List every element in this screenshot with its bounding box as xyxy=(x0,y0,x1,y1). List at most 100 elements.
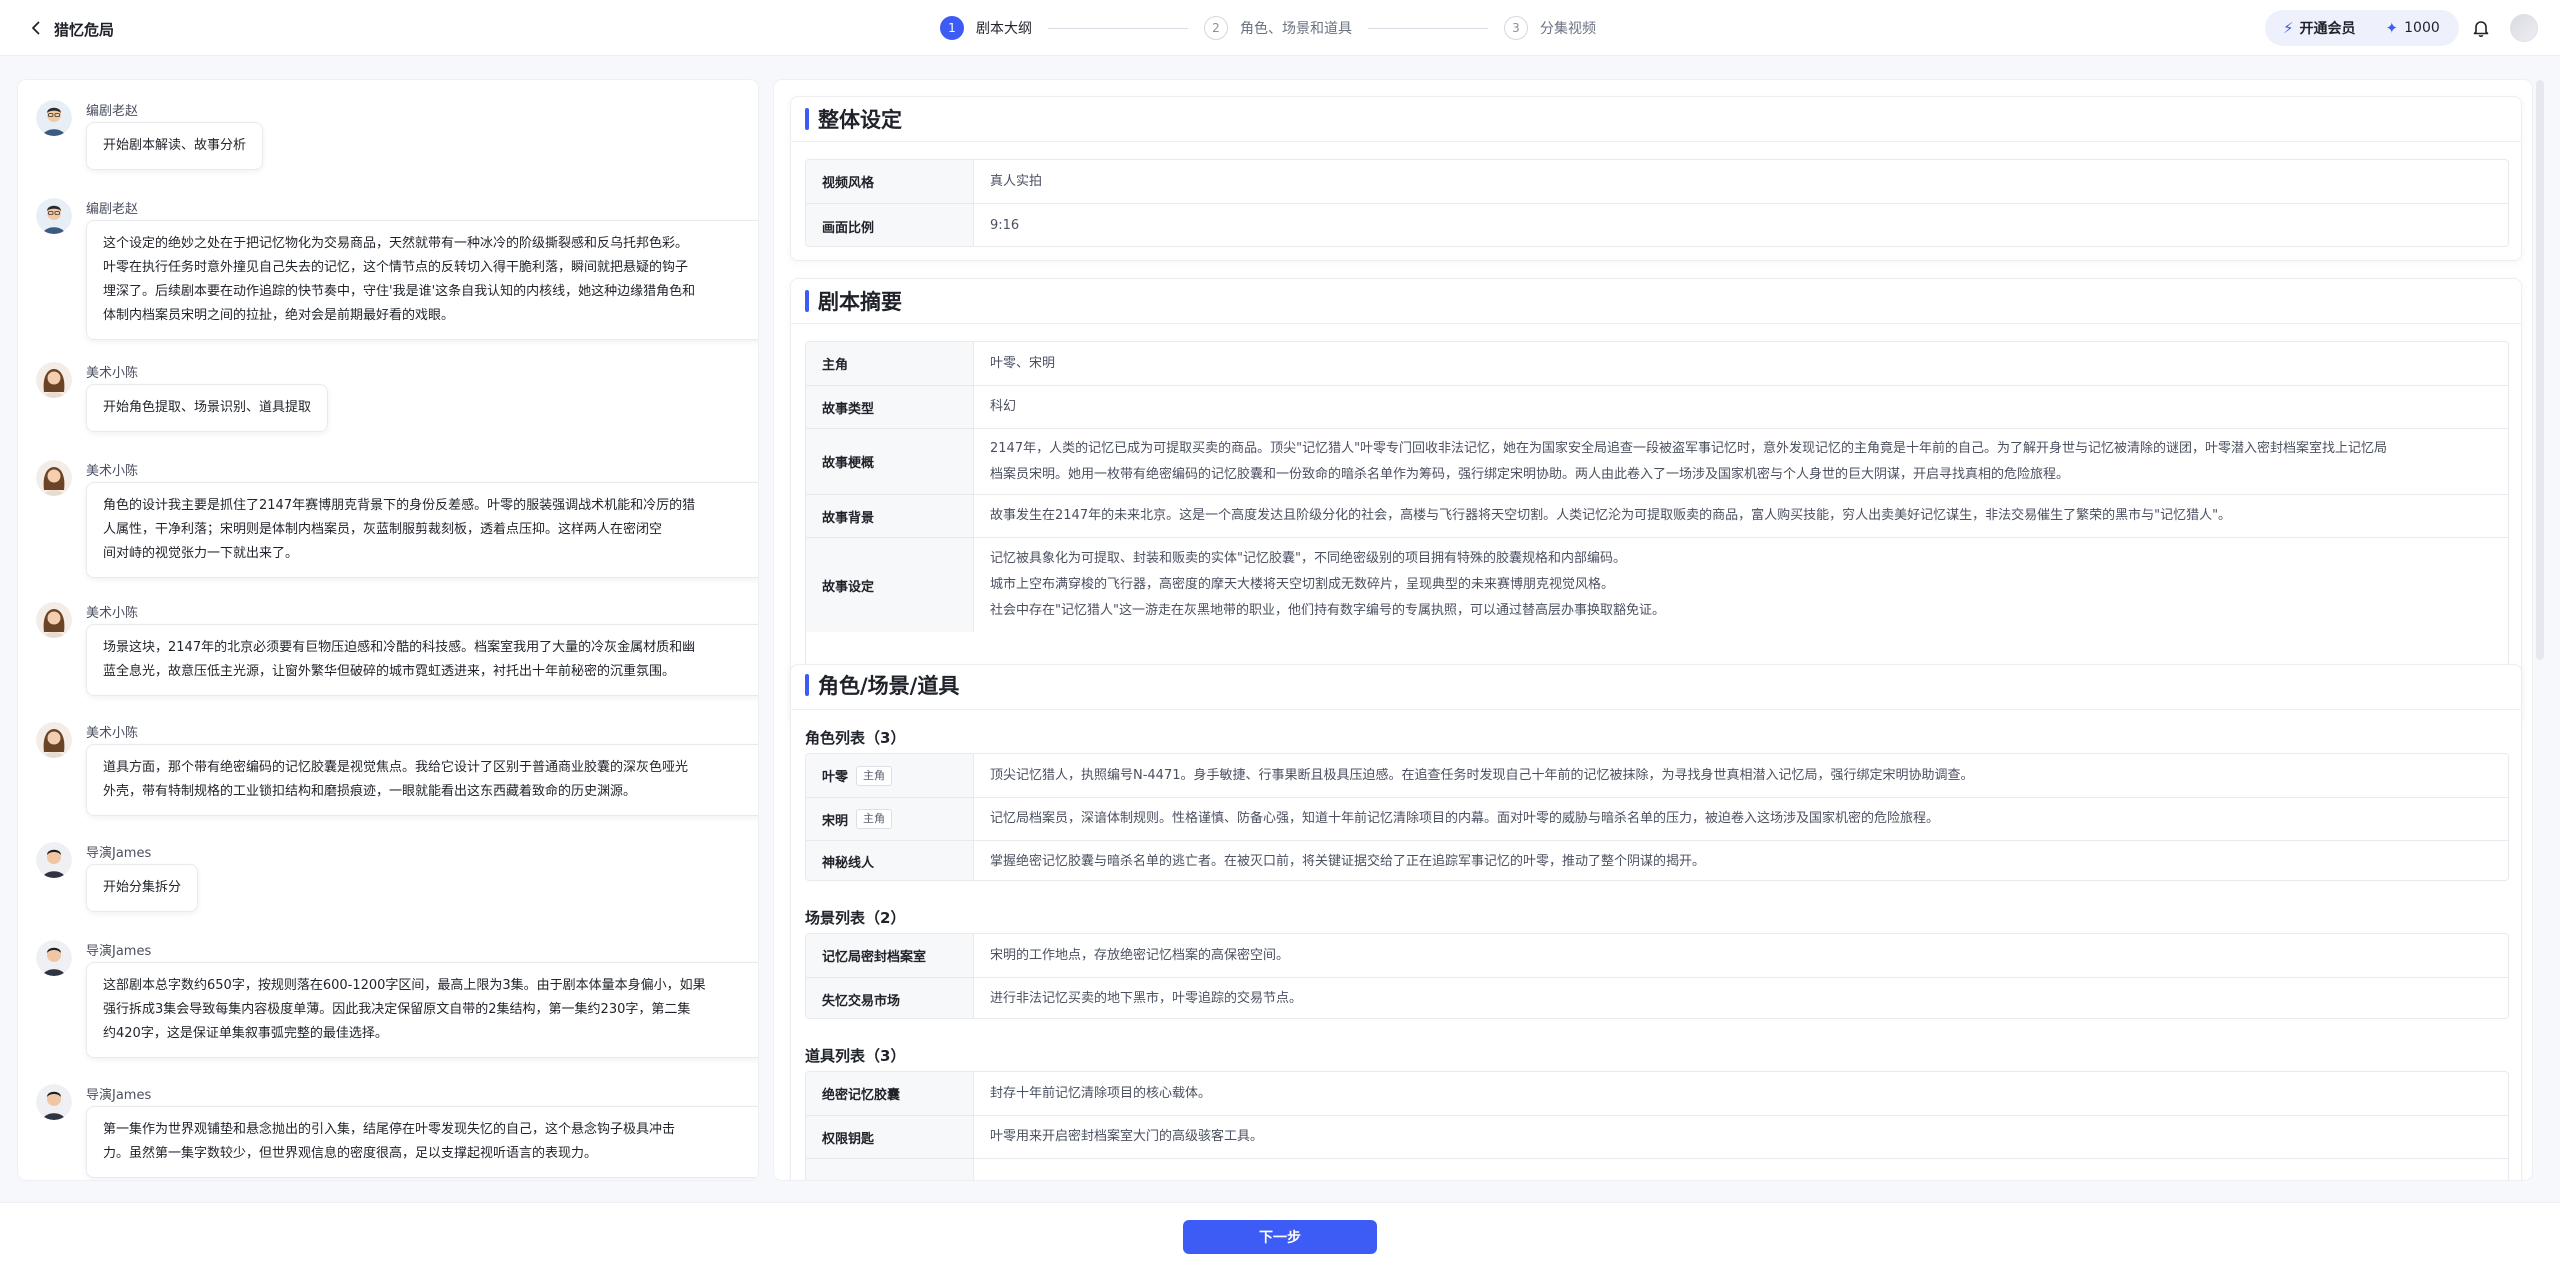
message-bubble: 道具方面，那个带有绝密编码的记忆胶囊是视觉焦点。我给它设计了区别于普通商业胶囊的… xyxy=(86,744,758,816)
character-row[interactable]: 神秘线人 掌握绝密记忆胶囊与暗杀名单的逃亡者。在被灭口前，将关键证据交给了正在追… xyxy=(806,840,2508,880)
row-key: 画面比例 xyxy=(806,204,974,246)
message-line: 埋深了。后续剧本要在动作追踪的快节奏中，守住'我是谁'这条自我认知的内核线，她这… xyxy=(103,284,696,299)
title-accent-bar xyxy=(805,108,809,130)
message-line: 体制内档案员宋明之间的拉扯，绝对会是前期最好看的戏眼。 xyxy=(103,308,455,323)
characters-heading: 角色列表（3） xyxy=(805,729,906,747)
prop-name xyxy=(806,1159,974,1180)
step-episodes[interactable]: 3 分集视频 xyxy=(1504,16,1596,40)
prop-desc: 封存十年前记忆清除项目的核心载体。 xyxy=(990,1085,1212,1101)
message-line: 这部剧本总字数约650字，按规则落在600-1200字区间，最高上限为3集。由于… xyxy=(103,978,706,993)
writer-avatar xyxy=(36,100,72,136)
table-row: 视频风格 真人实拍 xyxy=(806,160,2508,203)
message-bubble: 这部剧本总字数约650字，按规则落在600-1200字区间，最高上限为3集。由于… xyxy=(86,962,758,1058)
artist-avatar xyxy=(36,602,72,638)
sender-name: 美术小陈 xyxy=(86,726,139,741)
divider xyxy=(791,323,2521,324)
message-bubble: 这个设定的绝妙之处在于把记忆物化为交易商品，天然就带有一种冰冷的阶级撕裂感和反乌… xyxy=(86,220,758,340)
character-desc: 掌握绝密记忆胶囊与暗杀名单的逃亡者。在被灭口前，将关键证据交给了正在追踪军事记忆… xyxy=(990,853,1706,869)
message-bubble: 开始分集拆分 xyxy=(86,864,199,912)
step-number: 1 xyxy=(940,16,964,40)
message-line: 外壳，带有特制规格的工业锁扣结构和磨损痕迹，一眼就能看出这东西藏着致命的历史渊源… xyxy=(103,784,637,799)
row-value: 记忆被具象化为可提取、封装和贩卖的实体"记忆胶囊"，不同绝密级别的项目拥有特殊的… xyxy=(990,538,2490,632)
name-text: 叶零 xyxy=(822,770,849,785)
table-row: 画面比例 9:16 xyxy=(806,203,2508,246)
lightning-icon: ⚡ xyxy=(2283,19,2294,37)
table-row: 故事类型 科幻 xyxy=(806,385,2508,428)
row-key: 故事梗概 xyxy=(806,429,974,494)
message-line: 约420字，这是保证单集叙事弧完整的最佳选择。 xyxy=(103,1026,388,1041)
sender-name: 美术小陈 xyxy=(86,366,139,381)
step-label: 剧本大纲 xyxy=(976,21,1032,37)
back-button[interactable] xyxy=(26,18,46,38)
next-step-button[interactable]: 下一步 xyxy=(1183,1220,1377,1254)
message-line: 叶零在执行任务时意外撞见自己失去的记忆，这个情节点的反转切入得干脆利落，瞬间就把… xyxy=(103,260,689,275)
user-avatar[interactable] xyxy=(2510,14,2538,42)
bell-icon xyxy=(2473,21,2489,38)
lead-tag: 主角 xyxy=(856,809,893,829)
sender-name: 导演James xyxy=(86,944,152,959)
character-row[interactable]: 叶零 主角 顶尖记忆猎人，执照编号N-4471。身手敏捷、行事果断且极具压迫感。在… xyxy=(806,754,2508,797)
table-row: 故事梗概 2147年，人类的记忆已成为可提取买卖的商品。顶尖"记忆猎人"叶零专门… xyxy=(806,428,2508,494)
message-bubble: 第一集作为世界观铺垫和悬念抛出的引入集，结尾停在叶零发现失忆的自己，这个悬念钩子… xyxy=(86,1106,758,1178)
value-line: 2147年，人类的记忆已成为可提取买卖的商品。顶尖"记忆猎人"叶零专门回收非法记… xyxy=(990,440,2388,456)
character-name: 叶零 主角 xyxy=(806,754,974,797)
character-desc: 顶尖记忆猎人，执照编号N-4471。身手敏捷、行事果断且极具压迫感。在追查任务时… xyxy=(990,767,1974,783)
section-title: 剧本摘要 xyxy=(805,287,902,315)
outline-panel[interactable]: 整体设定 视频风格 真人实拍 画面比例 9:16 剧本摘要 主角 叶零、宋明 故… xyxy=(774,80,2532,1180)
row-key: 故事设定 xyxy=(806,538,974,632)
step-label: 分集视频 xyxy=(1540,21,1596,37)
message-line: 人属性，干净利落；宋明则是体制内档案员，灰蓝制服剪裁刻板，透着点压抑。这样两人在… xyxy=(103,522,663,537)
scene-name: 失忆交易市场 xyxy=(806,978,974,1018)
name-text: 宋明 xyxy=(822,813,849,829)
step-outline[interactable]: 1 剧本大纲 xyxy=(940,16,1032,40)
artist-avatar xyxy=(36,460,72,496)
step-assets[interactable]: 2 角色、场景和道具 xyxy=(1204,16,1352,40)
title-accent-bar xyxy=(805,674,809,696)
scene-row[interactable]: 失忆交易市场 进行非法记忆买卖的地下黑市，叶零追踪的交易节点。 xyxy=(806,977,2508,1018)
step-number: 2 xyxy=(1204,16,1228,40)
project-title: 猎忆危局 xyxy=(54,21,115,39)
notifications-button[interactable] xyxy=(2471,18,2491,38)
scene-desc: 进行非法记忆买卖的地下黑市，叶零追踪的交易节点。 xyxy=(990,991,1303,1006)
message-line: 第一集作为世界观铺垫和悬念抛出的引入集，结尾停在叶零发现失忆的自己，这个悬念钩子… xyxy=(103,1122,676,1137)
artist-avatar xyxy=(36,362,72,398)
director-avatar xyxy=(36,842,72,878)
credits-display[interactable]: ✦ 1000 xyxy=(2386,19,2440,37)
step-connector xyxy=(1368,27,1488,29)
prop-row[interactable] xyxy=(806,1158,2508,1180)
section-title-text: 剧本摘要 xyxy=(818,290,902,314)
row-value: 科幻 xyxy=(990,399,1017,414)
writer-avatar xyxy=(36,198,72,234)
message-line: 场景这块，2147年的北京必须要有巨物压迫感和冷酷的科技感。档案室我用了大量的冷… xyxy=(103,640,696,655)
scrollbar-thumb[interactable] xyxy=(2536,80,2544,660)
section-title-text: 整体设定 xyxy=(818,108,902,132)
section-title-text: 角色/场景/道具 xyxy=(818,674,960,698)
value-line: 档案员宋明。她用一枚带有绝密编码的记忆胶囊和一份致命的暗杀名单作为筹码，强行绑定… xyxy=(990,466,2070,482)
message-line: 强行拆成3集会导致每集内容极度单薄。因此我决定保留原文自带的2集结构，第一集约2… xyxy=(103,1002,691,1017)
prop-row[interactable]: 绝密记忆胶囊 封存十年前记忆清除项目的核心载体。 xyxy=(806,1072,2508,1115)
row-value: 真人实拍 xyxy=(990,173,1043,189)
characters-table: 叶零 主角 顶尖记忆猎人，执照编号N-4471。身手敏捷、行事果断且极具压迫感。在… xyxy=(805,753,2509,881)
panel-scrollbar[interactable] xyxy=(2536,80,2544,1180)
prop-row[interactable]: 权限钥匙 叶零用来开启密封档案室大门的高级骇客工具。 xyxy=(806,1115,2508,1158)
character-row[interactable]: 宋明 主角 记忆局档案员，深谙体制规则。性格谨慎、防备心强，知道十年前记忆清除项目… xyxy=(806,797,2508,840)
vip-button[interactable]: ⚡ 开通会员 xyxy=(2265,18,2356,38)
scene-row[interactable]: 记忆局密封档案室 宋明的工作地点，存放绝密记忆档案的高保密空间。 xyxy=(806,934,2508,977)
message-bubble: 场景这块，2147年的北京必须要有巨物压迫感和冷酷的科技感。档案室我用了大量的冷… xyxy=(86,624,758,696)
character-name: 宋明 主角 xyxy=(806,798,974,840)
overall-settings-card: 整体设定 视频风格 真人实拍 画面比例 9:16 xyxy=(790,96,2522,261)
row-value: 叶零、宋明 xyxy=(990,355,1056,371)
message-line: 这个设定的绝妙之处在于把记忆物化为交易商品，天然就带有一种冰冷的阶级撕裂感和反乌… xyxy=(103,236,689,251)
table-row: 故事背景 故事发生在2147年的未来北京。这是一个高度发达且阶级分化的社会，高楼… xyxy=(806,494,2508,537)
divider xyxy=(791,709,2521,710)
vip-label: 开通会员 xyxy=(2299,21,2356,37)
assets-card: 角色/场景/道具 角色列表（3） 叶零 主角 顶尖记忆猎人，执照编号N-4471。… xyxy=(790,664,2522,1180)
section-title: 整体设定 xyxy=(805,105,902,133)
table-row: 主角 叶零、宋明 xyxy=(806,342,2508,385)
sender-name: 美术小陈 xyxy=(86,606,139,621)
prop-name: 权限钥匙 xyxy=(806,1116,974,1158)
message-line: 道具方面，那个带有绝密编码的记忆胶囊是视觉焦点。我给它设计了区别于普通商业胶囊的… xyxy=(103,760,689,775)
sender-name: 美术小陈 xyxy=(86,464,139,479)
chat-panel[interactable]: 编剧老赵 开始剧本解读、故事分析 编剧老赵 这个设定的绝妙之处在于把记忆物化为交… xyxy=(18,80,758,1180)
credits-value: 1000 xyxy=(2404,20,2440,36)
